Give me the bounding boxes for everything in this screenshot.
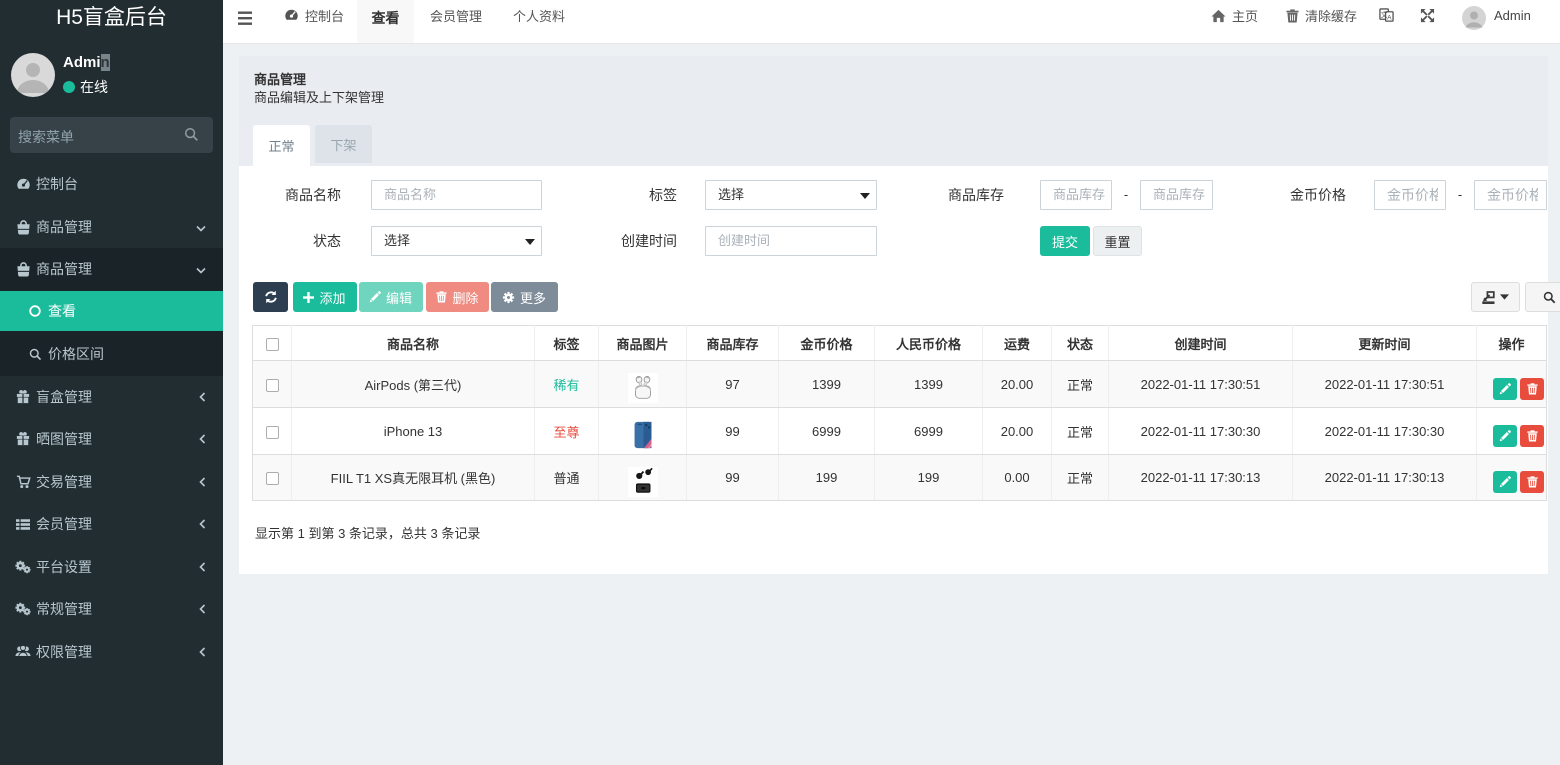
svg-text:A: A [1387,15,1392,22]
